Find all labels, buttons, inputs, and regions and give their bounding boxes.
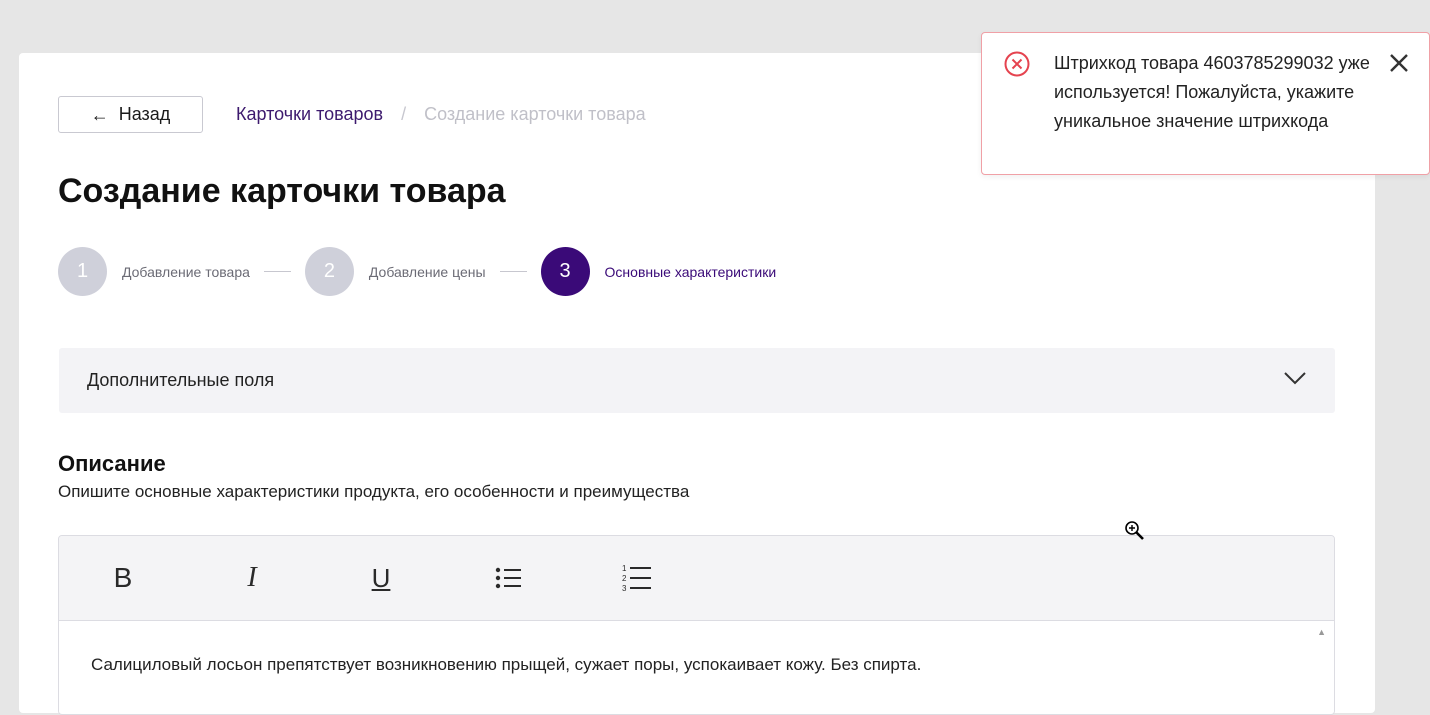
step-2-label: Добавление цены	[368, 263, 486, 280]
breadcrumb: Карточки товаров / Создание карточки тов…	[236, 104, 646, 125]
numbered-list-icon: 1 2 3	[622, 564, 651, 593]
step-connector	[499, 271, 527, 272]
underline-button[interactable]: U	[359, 556, 403, 600]
step-3: 3 Основные характеристики	[540, 247, 777, 296]
back-button[interactable]: ← Назад	[58, 96, 203, 133]
step-3-number: 3	[540, 247, 590, 296]
additional-fields-accordion[interactable]: Дополнительные поля	[59, 348, 1335, 413]
description-text[interactable]: Салициловый лосьон препятствует возникно…	[91, 655, 921, 675]
svg-text:2: 2	[622, 574, 627, 583]
arrow-left-icon: ←	[90, 104, 109, 125]
error-toast: Штрихкод товара 4603785299032 уже исполь…	[981, 32, 1430, 175]
step-connector	[263, 271, 291, 272]
step-2: 2 Добавление цены	[304, 247, 486, 296]
stepper: 1 Добавление товара 2 Добавление цены 3 …	[58, 247, 776, 296]
editor-body[interactable]: Салициловый лосьон препятствует возникно…	[59, 621, 1334, 714]
italic-icon: I	[247, 562, 257, 593]
step-2-number: 2	[304, 247, 354, 296]
scroll-up-arrow-icon[interactable]: ▲	[1317, 627, 1326, 637]
bold-icon: B	[113, 562, 133, 593]
breadcrumb-current: Создание карточки товара	[424, 104, 646, 124]
step-3-label: Основные характеристики	[604, 263, 777, 280]
step-1-number: 1	[58, 247, 107, 296]
toast-message: Штрихкод товара 4603785299032 уже исполь…	[1054, 53, 1370, 131]
svg-text:3: 3	[622, 584, 627, 593]
accordion-label: Дополнительные поля	[87, 370, 275, 390]
bold-button[interactable]: B	[101, 556, 145, 600]
back-button-label: Назад	[118, 104, 171, 124]
close-icon[interactable]	[1386, 50, 1412, 81]
breadcrumb-separator: /	[401, 104, 407, 124]
bullet-list-icon	[495, 567, 521, 589]
step-1-label: Добавление товара	[122, 263, 250, 280]
description-editor: B I U 1 2 3 Салициловый лосьон препятств…	[58, 535, 1335, 715]
breadcrumb-link-products[interactable]: Карточки товаров	[236, 104, 383, 125]
page-title: Создание карточки товара	[58, 172, 506, 210]
error-circle-icon	[1004, 51, 1030, 82]
step-1: 1 Добавление товара	[58, 247, 250, 296]
bullet-list-button[interactable]	[487, 556, 531, 600]
description-title: Описание	[58, 451, 166, 476]
editor-toolbar: B I U 1 2 3	[59, 536, 1334, 621]
description-subtitle: Опишите основные характеристики продукта…	[58, 482, 690, 501]
zoom-cursor-icon	[1124, 520, 1146, 547]
italic-button[interactable]: I	[230, 556, 274, 600]
svg-text:1: 1	[622, 564, 627, 573]
underline-icon: U	[371, 562, 391, 593]
numbered-list-button[interactable]: 1 2 3	[615, 556, 659, 600]
chevron-down-icon[interactable]	[1283, 371, 1307, 390]
